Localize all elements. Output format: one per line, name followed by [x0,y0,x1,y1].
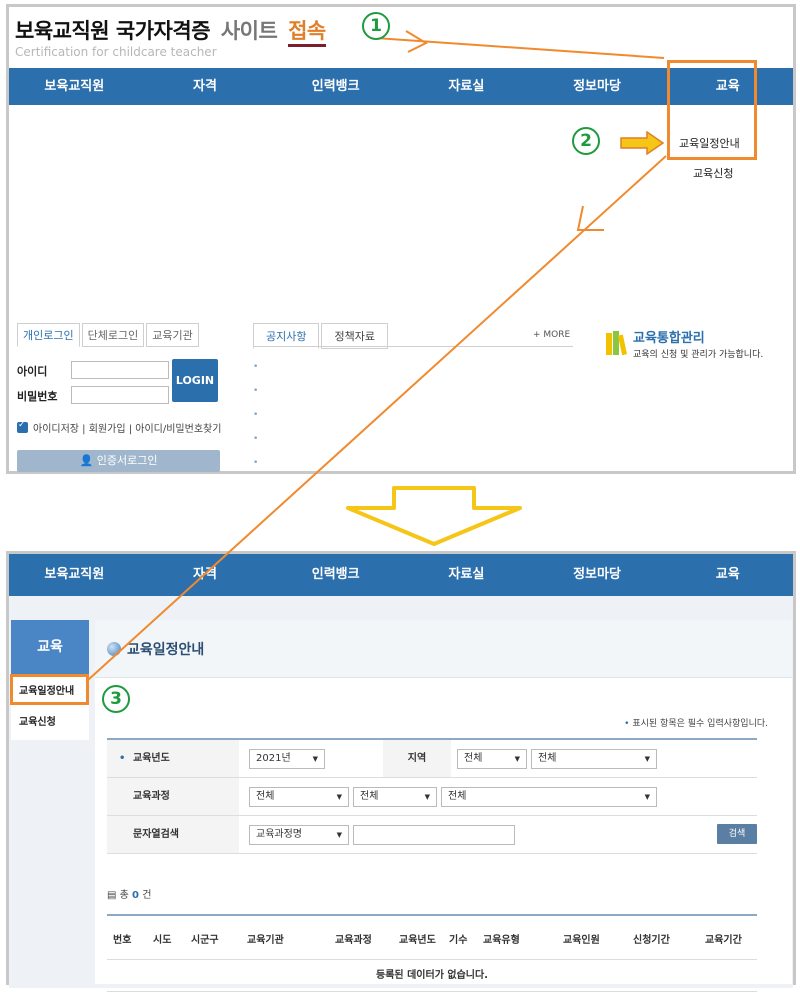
region-select-city[interactable]: 전체 [531,749,657,769]
site-title-site: 사이트 [220,19,278,43]
nav-item-info[interactable]: 정보마당 [532,68,663,105]
nav-item-qualification[interactable]: 자격 [140,68,271,105]
form-row-course: 교육과정 전체 전체 전체 [107,778,757,816]
col-year: 교육년도 [399,935,436,946]
books-icon [606,331,627,356]
edu-management-title: 교육통합관리 [633,331,705,346]
region-select-province[interactable]: 전체 [457,749,527,769]
site-subtitle: Certification for childcare teacher [15,45,217,59]
table-header: 번호 시도 시군구 교육기관 교육과정 교육년도 기수 교육유형 교육인원 신청… [107,916,757,960]
step-1-badge: 1 [362,12,390,40]
globe-icon [107,642,121,656]
col-city: 시군구 [191,935,219,946]
course-select-1[interactable]: 전체 [249,787,349,807]
search-input[interactable] [353,825,515,845]
save-id-checkbox[interactable] [17,420,28,433]
year-label: • 교육년도 [107,740,239,777]
search-form: •교육년도 2021년 지역 전체 전체 교육과정 전체 전체 전체 문자열검색… [107,738,757,854]
form-row-year: •교육년도 2021년 지역 전체 전체 [107,740,757,778]
more-link[interactable]: + MORE [533,330,570,340]
edu-management-desc: 교육의 신청 및 관리가 가능합니다. [633,350,764,360]
col-course: 교육과정 [335,935,372,946]
nav-item-resources[interactable]: 자료실 [401,68,532,105]
col-institution: 교육기관 [247,935,284,946]
id-label: 아이디 [17,365,48,378]
nav-item-qualification[interactable]: 자격 [140,554,271,596]
password-label: 비밀번호 [17,390,58,403]
course-select-3[interactable]: 전체 [441,787,657,807]
sidebar-item-schedule[interactable]: 교육일정안내 [10,674,89,705]
nav-item-resources[interactable]: 자료실 [401,554,532,596]
site-title-main: 보육교직원 국가자격증 [15,19,211,43]
nav-item-job-bank[interactable]: 인력뱅크 [270,68,401,105]
login-options: 아이디저장 | 회원가입 | 아이디/비밀번호찾기 [17,420,221,435]
search-button[interactable]: 검색 [717,824,757,844]
list-bullet: • [253,386,259,396]
sidebar: 교육 교육일정안내 교육신청 [10,620,89,740]
search-type-select[interactable]: 교육과정명 [249,825,349,845]
list-bullet: • [253,458,259,468]
course-label: 교육과정 [107,778,239,815]
nav-item-info[interactable]: 정보마당 [532,554,663,596]
col-term: 기수 [449,935,468,946]
user-icon: 👤 [79,454,94,467]
form-row-search: 문자열검색 교육과정명 검색 [107,816,757,854]
col-province: 시도 [153,935,172,946]
step-2-badge: 2 [572,127,600,155]
dropdown-item-apply[interactable]: 교육신청 [693,165,733,181]
screenshot-panel-after: 보육교직원 자격 인력뱅크 자료실 정보마당 교육 교육 교육일정안내 교육신청… [6,551,796,992]
step-3-badge: 3 [102,685,130,713]
total-count: ▤ 총 0 건 [107,890,152,901]
tab-group-login[interactable]: 단체로그인 [81,323,145,347]
dropdown-item-schedule[interactable]: 교육일정안내 [679,135,740,151]
empty-message: 등록된 데이터가 없습니다. [107,960,757,992]
nav-item-staff[interactable]: 보육교직원 [9,554,140,596]
col-type: 교육유형 [483,935,520,946]
site-title-access: 접속 [288,19,326,43]
yellow-pointer-arrow-icon [620,131,665,155]
tab-institution-login[interactable]: 교육기관 [146,323,199,347]
sidebar-header: 교육 [11,620,89,674]
list-icon: ▤ [107,890,117,901]
nav-item-staff[interactable]: 보육교직원 [9,68,140,105]
notice-divider [253,346,573,347]
result-table: 번호 시도 시군구 교육기관 교육과정 교육년도 기수 교육유형 교육인원 신청… [107,914,757,992]
col-apply-period: 신청기간 [633,935,670,946]
certificate-login-button[interactable]: 👤 인증서로그인 [17,450,220,472]
list-bullet: • [253,362,259,372]
down-arrow-icon [346,486,522,546]
required-note: • 표시된 항목은 필수 입력사항입니다. [624,719,768,729]
screenshot-panel-before: 보육교직원 국가자격증 사이트 접속 Certification for chi… [6,4,796,474]
year-select[interactable]: 2021년 [249,749,325,769]
login-button[interactable]: LOGIN [172,359,218,402]
main-content: 교육일정안내 • 표시된 항목은 필수 입력사항입니다. • 교육년도 2021년… [95,620,792,992]
region-label: 지역 [383,740,451,777]
required-note-text: 표시된 항목은 필수 입력사항입니다. [632,719,768,729]
tab-personal-login[interactable]: 개인로그인 [17,323,80,347]
col-headcount: 교육인원 [563,935,600,946]
col-no: 번호 [113,935,132,946]
password-input[interactable] [71,386,169,404]
main-nav: 보육교직원 자격 인력뱅크 자료실 정보마당 교육 [9,554,793,596]
login-options-text[interactable]: 아이디저장 | 회원가입 | 아이디/비밀번호찾기 [33,420,221,435]
course-select-2[interactable]: 전체 [353,787,437,807]
list-bullet: • [253,410,259,420]
sidebar-item-apply[interactable]: 교육신청 [11,705,89,736]
site-title: 보육교직원 국가자격증 사이트 접속 [15,15,326,45]
page-title: 교육일정안내 [127,642,205,658]
nav-item-education[interactable]: 교육 [662,554,793,596]
certificate-login-label: 인증서로그인 [96,454,158,467]
col-edu-period: 교육기간 [705,935,742,946]
login-tabs: 개인로그인 단체로그인 교육기관 [17,323,201,347]
nav-item-job-bank[interactable]: 인력뱅크 [270,554,401,596]
search-label: 문자열검색 [107,816,239,853]
list-bullet: • [253,434,259,444]
page-header: 교육일정안내 [95,620,792,678]
total-count-value: 0 [132,890,139,901]
id-input[interactable] [71,361,169,379]
